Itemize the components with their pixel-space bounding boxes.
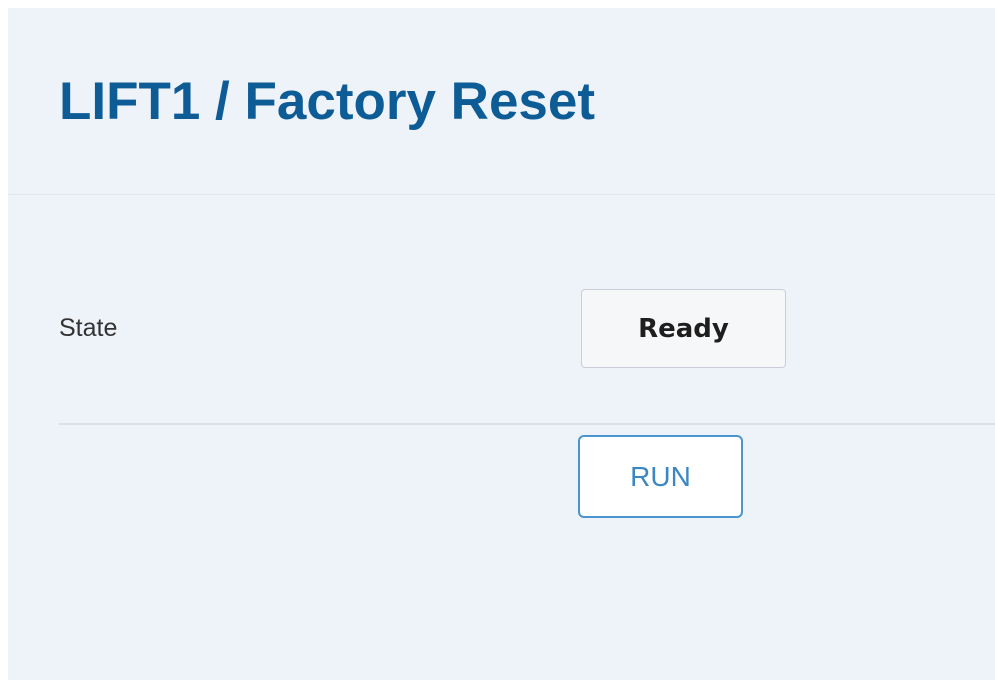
page-panel: LIFT1 / Factory Reset State Ready RUN bbox=[8, 8, 995, 680]
page-header: LIFT1 / Factory Reset bbox=[8, 8, 995, 195]
divider bbox=[59, 423, 995, 425]
page-title: LIFT1 / Factory Reset bbox=[59, 72, 596, 131]
state-value-badge: Ready bbox=[581, 289, 786, 368]
run-button[interactable]: RUN bbox=[578, 435, 743, 518]
state-label: State bbox=[59, 314, 118, 342]
